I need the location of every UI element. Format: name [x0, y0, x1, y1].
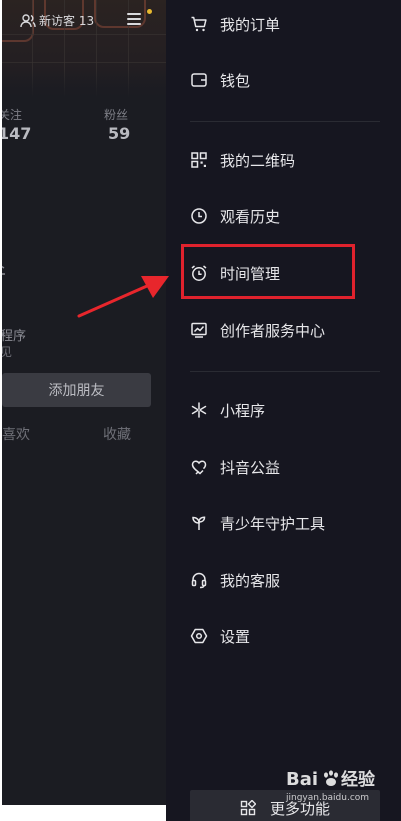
chart-icon	[190, 321, 208, 339]
notification-dot	[147, 9, 152, 14]
menu-item-mini-programs[interactable]: 小程序	[190, 395, 265, 425]
menu-item-label: 创作者服务中心	[220, 321, 326, 340]
menu-divider	[190, 121, 380, 122]
menu-item-label: 青少年守护工具	[220, 514, 326, 533]
tab-likes[interactable]: 喜欢	[2, 424, 30, 444]
fans-count[interactable]: 59	[108, 124, 130, 143]
side-drawer-menu: 我的订单 钱包 我的二维码 观看历史 时间管理 创作者服务中心 小程序 抖音公益…	[166, 0, 401, 821]
bottom-edge	[0, 805, 166, 821]
asterisk-icon	[190, 401, 208, 419]
tab-favorites[interactable]: 收藏	[103, 424, 131, 444]
menu-item-settings[interactable]: 设置	[190, 621, 250, 651]
qr-code-icon	[190, 151, 208, 169]
menu-item-watch-history[interactable]: 观看历史	[190, 201, 280, 231]
headset-icon	[190, 571, 208, 589]
menu-item-label: 观看历史	[220, 207, 281, 226]
visitors-icon	[20, 13, 36, 27]
menu-divider	[190, 371, 380, 372]
more-functions-button[interactable]: 更多功能	[190, 790, 380, 821]
screen: 新访客 13 关注 147 粉丝 59 程序 见 添加朋友 喜欢 收藏 我的订单	[0, 0, 401, 821]
menu-item-label: 我的客服	[220, 571, 281, 590]
sprout-icon	[190, 514, 208, 532]
hamburger-menu-icon[interactable]	[126, 12, 144, 26]
following-count[interactable]: 147	[2, 124, 31, 143]
add-friend-label: 添加朋友	[48, 383, 105, 399]
hexagon-settings-icon	[190, 627, 208, 645]
menu-item-label: 我的订单	[220, 15, 281, 34]
red-arrow-annotation	[77, 276, 169, 318]
clock-icon	[190, 207, 208, 225]
menu-item-my-orders[interactable]: 我的订单	[190, 9, 280, 39]
highlight-box-annotation	[181, 244, 355, 299]
menu-item-creator-service-center[interactable]: 创作者服务中心	[190, 315, 325, 345]
menu-item-teen-protection-tools[interactable]: 青少年守护工具	[190, 508, 325, 538]
more-functions-label: 更多功能	[269, 799, 330, 818]
mini-program-sublabel: 见	[2, 345, 13, 359]
new-visitors-button[interactable]: 新访客 13	[20, 12, 94, 29]
menu-item-label: 设置	[220, 627, 251, 646]
menu-item-douyin-charity[interactable]: 抖音公益	[190, 452, 280, 482]
menu-item-my-qr-code[interactable]: 我的二维码	[190, 145, 295, 175]
add-friend-button[interactable]: 添加朋友	[2, 373, 151, 407]
heart-hand-icon	[190, 458, 208, 476]
profile-page-background[interactable]: 新访客 13 关注 147 粉丝 59 程序 见 添加朋友 喜欢 收藏	[2, 0, 166, 805]
grid-apps-icon	[240, 800, 256, 816]
menu-item-label: 小程序	[220, 401, 266, 420]
visitor-count-label: 新访客 13	[39, 14, 95, 28]
mini-program-label[interactable]: 程序	[2, 325, 26, 344]
menu-item-customer-service[interactable]: 我的客服	[190, 565, 280, 595]
menu-item-label: 我的二维码	[220, 151, 296, 170]
menu-item-label: 抖音公益	[220, 458, 281, 477]
following-label: 关注	[2, 108, 23, 122]
menu-item-label: 钱包	[220, 71, 251, 90]
shopping-cart-icon	[190, 15, 208, 33]
partial-glyph	[2, 265, 5, 275]
fans-label: 粉丝	[104, 108, 129, 122]
wallet-icon	[190, 71, 208, 89]
menu-item-wallet[interactable]: 钱包	[190, 65, 250, 95]
